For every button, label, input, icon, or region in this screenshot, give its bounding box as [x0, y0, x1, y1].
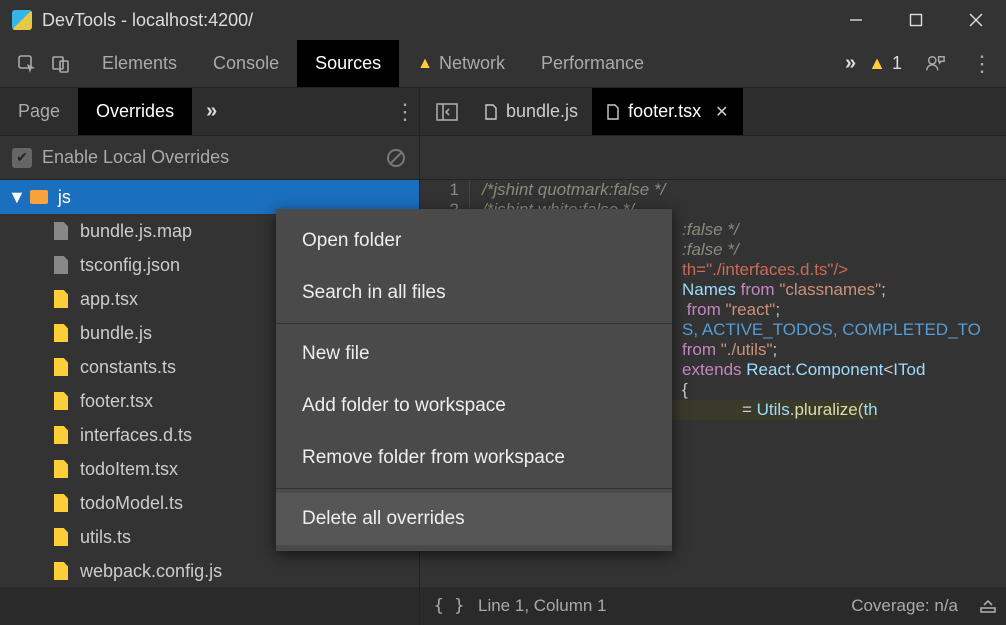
tab-performance[interactable]: Performance	[523, 40, 662, 87]
file-label: utils.ts	[80, 527, 131, 548]
maximize-button[interactable]	[886, 0, 946, 40]
folder-icon	[30, 190, 48, 204]
file-icon	[54, 392, 68, 410]
editor-tab-bundle-js[interactable]: bundle.js	[470, 88, 592, 135]
file-icon	[484, 104, 498, 120]
context-item-delete-all-overrides[interactable]: Delete all overrides	[276, 493, 672, 545]
context-item-search-in-all-files[interactable]: Search in all files	[276, 267, 672, 319]
warning-count: 1	[892, 53, 902, 74]
file-label: app.tsx	[80, 289, 138, 310]
feedback-icon[interactable]	[918, 47, 952, 81]
separator	[276, 323, 672, 324]
context-item-add-folder-to-workspace[interactable]: Add folder to workspace	[276, 380, 672, 432]
tab-elements[interactable]: Elements	[84, 40, 195, 87]
titlebar: DevTools - localhost:4200/	[0, 0, 1006, 40]
tab-label: Sources	[315, 53, 381, 74]
close-icon[interactable]: ✕	[715, 102, 728, 122]
editor-tab-footer-tsx[interactable]: footer.tsx ✕	[592, 88, 742, 135]
minimize-button[interactable]	[826, 0, 886, 40]
tree-file[interactable]: webpack.config.js	[0, 554, 419, 587]
file-label: todoModel.ts	[80, 493, 183, 514]
tab-label: Performance	[541, 53, 644, 74]
editor-tab-label: footer.tsx	[628, 101, 701, 122]
separator	[276, 488, 672, 489]
folder-label: js	[58, 187, 71, 208]
file-label: bundle.js	[80, 323, 152, 344]
navigator-tab-page[interactable]: Page	[0, 88, 78, 135]
warning-icon: ▲	[868, 53, 886, 74]
app-icon	[12, 10, 32, 30]
device-toggle-icon[interactable]	[44, 47, 78, 81]
file-icon	[54, 290, 68, 308]
chevron-down-icon: ▼	[8, 187, 26, 208]
navigator-tabs: PageOverrides » ⋮	[0, 88, 420, 135]
file-nav-icon[interactable]	[430, 103, 464, 121]
navigator-tab-overrides[interactable]: Overrides	[78, 88, 192, 135]
file-label: constants.ts	[80, 357, 176, 378]
inspect-icon[interactable]	[10, 47, 44, 81]
pretty-print-icon[interactable]: { }	[420, 596, 478, 616]
editor-tabs: bundle.js footer.tsx ✕	[420, 88, 1006, 135]
file-icon	[54, 426, 68, 444]
tab-network[interactable]: ▲ Network	[399, 40, 523, 87]
file-label: webpack.config.js	[80, 561, 222, 582]
file-icon	[54, 222, 68, 240]
tab-label: Console	[213, 53, 279, 74]
file-label: bundle.js.map	[80, 221, 192, 242]
tab-console[interactable]: Console	[195, 40, 297, 87]
file-label: footer.tsx	[80, 391, 153, 412]
coverage-status: Coverage: n/a	[851, 596, 970, 616]
cursor-position: Line 1, Column 1	[478, 596, 851, 616]
file-icon	[54, 562, 68, 580]
file-label: tsconfig.json	[80, 255, 180, 276]
enable-overrides-checkbox[interactable]: ✔	[12, 148, 32, 168]
status-bar: { } Line 1, Column 1 Coverage: n/a	[0, 587, 1006, 625]
tab-sources[interactable]: Sources	[297, 40, 399, 87]
warning-icon: ▲	[417, 55, 433, 73]
tabs-overflow-icon[interactable]: »	[833, 52, 868, 75]
context-item-new-file[interactable]: New file	[276, 328, 672, 380]
devtools-toolbar: Elements Console Sources ▲ Network Performanc…	[0, 40, 1006, 88]
warning-badge[interactable]: ▲ 1	[868, 53, 902, 74]
clear-icon[interactable]	[385, 147, 407, 169]
tab-label: Network	[439, 53, 505, 74]
file-icon	[54, 460, 68, 478]
file-icon	[54, 528, 68, 546]
context-item-open-folder[interactable]: Open folder	[276, 215, 672, 267]
file-label: interfaces.d.ts	[80, 425, 192, 446]
stack-icon[interactable]	[970, 598, 1006, 614]
settings-kebab-icon[interactable]: ⋮	[968, 51, 996, 77]
file-icon	[606, 104, 620, 120]
enable-overrides-label: Enable Local Overrides	[42, 147, 385, 168]
editor-tab-label: bundle.js	[506, 101, 578, 122]
context-menu: Open folderSearch in all files New fileAd…	[276, 209, 672, 551]
file-label: todoItem.tsx	[80, 459, 178, 480]
file-icon	[54, 256, 68, 274]
window-title: DevTools - localhost:4200/	[42, 10, 826, 31]
overrides-options: ✔ Enable Local Overrides	[0, 136, 420, 179]
file-icon	[54, 494, 68, 512]
context-item-remove-folder-from-workspace[interactable]: Remove folder from workspace	[276, 432, 672, 484]
navigator-kebab-icon[interactable]: ⋮	[391, 99, 419, 125]
close-button[interactable]	[946, 0, 1006, 40]
file-icon	[54, 358, 68, 376]
navigator-overflow-icon[interactable]: »	[192, 100, 231, 123]
tab-label: Elements	[102, 53, 177, 74]
file-icon	[54, 324, 68, 342]
